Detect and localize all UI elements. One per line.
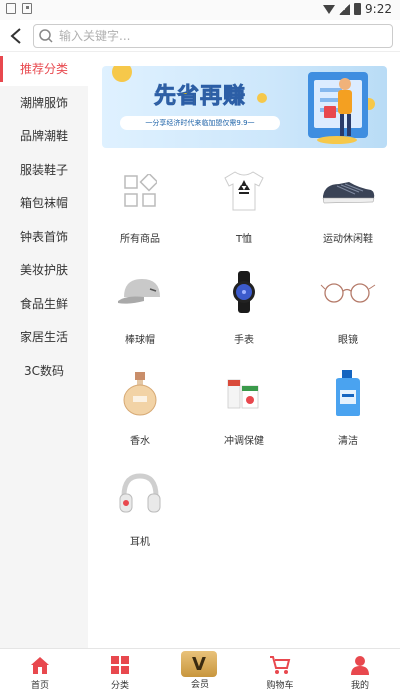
category-label: 棒球帽 (125, 335, 155, 346)
sidebar-item-recommended[interactable]: 推荐分类 (0, 52, 88, 86)
status-time: 9:22 (365, 2, 392, 16)
sneaker-icon (318, 166, 378, 216)
category-item[interactable]: 清洁 (296, 358, 400, 459)
nav-label: 购物车 (266, 681, 294, 690)
sidebar-item-label: 钟表首饰 (19, 229, 68, 244)
category-icon (109, 655, 131, 675)
nav-profile[interactable]: 我的 (320, 649, 400, 690)
nav-label: 会员 (190, 680, 209, 690)
nav-label: 我的 (350, 681, 369, 690)
nav-label: 分类 (110, 681, 129, 690)
category-item[interactable]: 眼镜 (296, 257, 400, 358)
detergent-icon (323, 368, 373, 418)
sidebar-item-label: 家居生活 (19, 330, 68, 345)
notification-icon (6, 3, 16, 14)
nav-home[interactable]: 首页 (0, 649, 80, 690)
wifi-icon (323, 4, 336, 14)
category-label: 所有商品 (120, 234, 160, 245)
category-item[interactable]: 香水 (88, 358, 192, 459)
sidebar-item-label: 3C数码 (23, 363, 64, 378)
sidebar-item-fresh-food[interactable]: 食品生鲜 (0, 287, 88, 321)
nav-vip[interactable]: V 会员 (160, 649, 240, 690)
sidebar-item-3c-digital[interactable]: 3C数码 (0, 354, 88, 388)
search-icon (39, 29, 53, 43)
health-drink-icon (219, 368, 269, 418)
sidebar-item-label: 美妆护肤 (19, 263, 68, 278)
nav-cart[interactable]: 购物车 (240, 649, 320, 690)
notification-icon (22, 3, 32, 14)
category-item[interactable]: 所有商品 (88, 156, 192, 257)
search-input[interactable] (59, 29, 359, 43)
category-content: 先省再赚 一分享经济时代来临加盟仅需9.9一 所有商品 T恤 运动休闲鞋 棒球帽… (88, 52, 400, 648)
category-item[interactable]: 耳机 (88, 459, 192, 560)
baseball-cap-icon (110, 267, 170, 317)
sidebar-item-label: 推荐分类 (19, 62, 68, 77)
nav-category[interactable]: 分类 (80, 649, 160, 690)
sidebar-item-label: 箱包袜帽 (19, 196, 68, 211)
glasses-icon (318, 267, 378, 317)
tshirt-icon (219, 166, 269, 216)
category-label: 耳机 (130, 537, 150, 548)
sidebar-item-home-living[interactable]: 家居生活 (0, 320, 88, 354)
sidebar-item-label: 品牌潮鞋 (19, 129, 68, 144)
sidebar-item-watches-jewelry[interactable]: 钟表首饰 (0, 220, 88, 254)
signal-icon (339, 3, 351, 15)
perfume-icon (115, 368, 165, 418)
sidebar-item-label: 服装鞋子 (19, 162, 68, 177)
bottom-navigation: 首页 分类 V 会员 购物车 我的 (0, 648, 400, 690)
category-label: 冲调保健 (224, 436, 264, 447)
vip-badge-letter: V (192, 653, 206, 675)
cart-icon (269, 655, 291, 675)
category-item[interactable]: T恤 (192, 156, 296, 257)
sidebar-item-beauty-skincare[interactable]: 美妆护肤 (0, 253, 88, 287)
top-bar (0, 20, 400, 52)
status-bar: 9:22 (0, 0, 400, 20)
watch-icon (219, 267, 269, 317)
nav-label: 首页 (30, 681, 49, 690)
search-bar[interactable] (33, 24, 393, 48)
category-label: 清洁 (338, 436, 358, 447)
chevron-left-icon (10, 28, 21, 44)
sidebar-item-bags-socks-hats[interactable]: 箱包袜帽 (0, 186, 88, 220)
vip-icon: V (181, 651, 217, 677)
banner-title: 先省再赚 (154, 84, 247, 110)
category-sidebar: 推荐分类 潮牌服饰 品牌潮鞋 服装鞋子 箱包袜帽 钟表首饰 美妆护肤 食品生鲜 … (0, 52, 88, 648)
profile-icon (349, 655, 371, 675)
category-label: T恤 (235, 234, 253, 245)
category-item[interactable]: 棒球帽 (88, 257, 192, 358)
sidebar-item-trendy-apparel[interactable]: 潮牌服饰 (0, 86, 88, 120)
all-products-icon (115, 166, 165, 216)
category-label: 运动休闲鞋 (323, 234, 373, 245)
sidebar-item-brand-shoes[interactable]: 品牌潮鞋 (0, 119, 88, 153)
sidebar-item-label: 潮牌服饰 (19, 95, 68, 110)
home-icon (29, 655, 51, 675)
category-item[interactable]: 手表 (192, 257, 296, 358)
battery-icon (354, 3, 362, 15)
banner-subtitle: 一分享经济时代来临加盟仅需9.9一 (120, 116, 280, 130)
sidebar-item-label: 食品生鲜 (19, 296, 68, 311)
category-label: 香水 (130, 436, 150, 447)
category-label: 手表 (234, 335, 254, 346)
back-button[interactable] (4, 24, 28, 48)
category-item[interactable]: 运动休闲鞋 (296, 156, 400, 257)
category-label: 眼镜 (338, 335, 358, 346)
headphones-icon (115, 469, 165, 519)
promo-banner[interactable]: 先省再赚 一分享经济时代来临加盟仅需9.9一 (102, 66, 387, 148)
category-item[interactable]: 冲调保健 (192, 358, 296, 459)
sidebar-item-clothing-shoes[interactable]: 服装鞋子 (0, 153, 88, 187)
